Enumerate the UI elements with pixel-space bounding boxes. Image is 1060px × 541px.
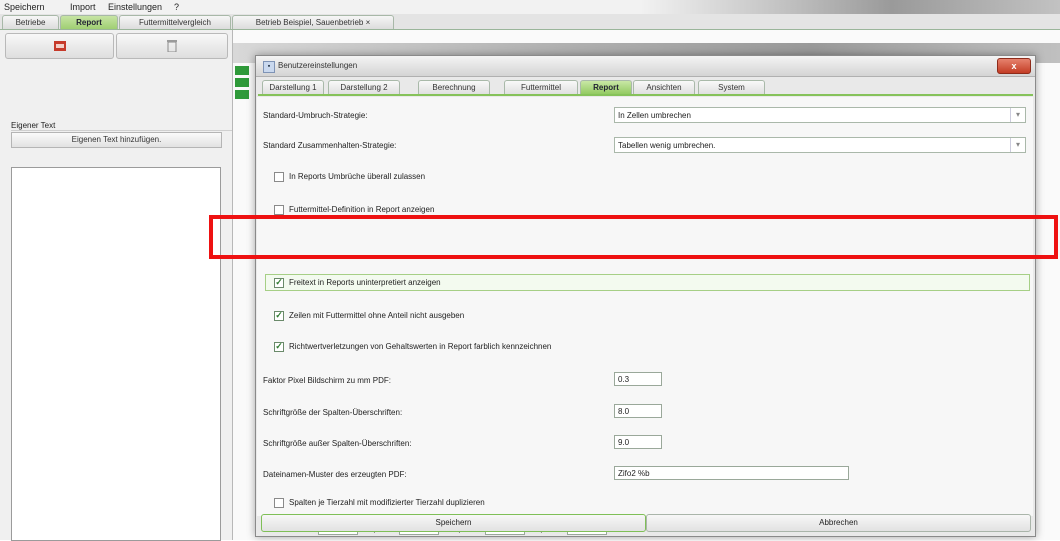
zusammen-value: Tabellen wenig umbrechen.	[618, 141, 716, 150]
schrift-spalten-input[interactable]: 8.0	[614, 404, 662, 418]
futtermittel-def-label: Futtermittel-Definition in Report anzeig…	[289, 205, 435, 214]
tab-system[interactable]: System	[698, 80, 765, 95]
row-marker	[235, 78, 249, 87]
report-settings-panel: Standard-Umbruch-Strategie: In Zellen um…	[257, 97, 1033, 535]
freitext-label: Freitext in Reports uninterpretiert anze…	[289, 278, 441, 287]
tab-darstellung-2[interactable]: Darstellung 2	[328, 80, 400, 95]
dateinamen-label: Dateinamen-Muster des erzeugten PDF:	[263, 470, 407, 479]
tab-futtermittelvergleich[interactable]: Futtermittelvergleich	[119, 15, 231, 29]
schrift-spalten-label: Schriftgröße der Spalten-Überschriften:	[263, 408, 403, 417]
main-tab-bar: Betriebe Report Futtermittelvergleich Be…	[0, 14, 1060, 30]
umbruch-select[interactable]: In Zellen umbrechen ▾	[614, 107, 1026, 123]
chevron-down-icon: ▾	[1010, 108, 1025, 122]
umbruch-label: Standard-Umbruch-Strategie:	[263, 111, 368, 120]
schrift-ausser-input[interactable]: 9.0	[614, 435, 662, 449]
tab-berechnung[interactable]: Berechnung	[418, 80, 490, 95]
richtwert-label: Richtwertverletzungen von Gehaltswerten …	[289, 342, 552, 351]
save-button[interactable]: Speichern	[261, 514, 646, 532]
app-icon: ▪	[263, 61, 275, 73]
dialog-title: Benutzereinstellungen	[278, 61, 358, 70]
pdf-export-button[interactable]	[5, 33, 114, 59]
pdf-icon	[54, 41, 66, 51]
faktor-label: Faktor Pixel Bildschirm zu mm PDF:	[263, 376, 392, 385]
freitext-checkbox[interactable]: ✓	[274, 278, 284, 288]
dateinamen-input[interactable]: Zifo2 %b	[614, 466, 849, 480]
section-divider	[11, 130, 232, 131]
tab-darstellung-1[interactable]: Darstellung 1	[262, 80, 324, 95]
duplizieren-checkbox[interactable]	[274, 498, 284, 508]
chevron-down-icon: ▾	[1010, 138, 1025, 152]
delete-button[interactable]	[116, 33, 228, 59]
trash-icon	[167, 40, 177, 52]
futtermittel-def-checkbox[interactable]	[274, 205, 284, 215]
menu-import[interactable]: Import	[70, 2, 96, 12]
menu-help[interactable]: ?	[174, 2, 179, 12]
zeilen-ohne-anteil-label: Zeilen mit Futtermittel ohne Anteil nich…	[289, 311, 465, 320]
cancel-button[interactable]: Abbrechen	[646, 514, 1031, 532]
schrift-ausser-label: Schriftgröße außer Spalten-Überschriften…	[263, 439, 412, 448]
text-list[interactable]	[11, 167, 221, 541]
tab-betriebe[interactable]: Betriebe	[2, 15, 59, 29]
umbrueche-label: In Reports Umbrüche überall zulassen	[289, 172, 426, 181]
row-marker	[235, 66, 249, 75]
umbrueche-checkbox[interactable]	[274, 172, 284, 182]
add-text-button[interactable]: Eigenen Text hinzufügen.	[11, 132, 222, 148]
tab-report[interactable]: Report	[580, 80, 632, 95]
dialog-titlebar[interactable]: ▪ Benutzereinstellungen x	[256, 56, 1035, 77]
duplizieren-label: Spalten je Tierzahl mit modifizierter Ti…	[289, 498, 485, 507]
highlight-annotation-box	[209, 215, 1058, 259]
eigener-text-label: Eigener Text	[11, 121, 56, 130]
settings-dialog: ▪ Benutzereinstellungen x Darstellung 1 …	[255, 55, 1036, 537]
row-marker	[235, 90, 249, 99]
tab-report[interactable]: Report	[60, 15, 118, 29]
zusammen-select[interactable]: Tabellen wenig umbrechen. ▾	[614, 137, 1026, 153]
blurred-background	[640, 0, 1060, 14]
tab-betrieb-beispiel[interactable]: Betrieb Beispiel, Sauenbetrieb ×	[232, 15, 394, 29]
umbruch-value: In Zellen umbrechen	[618, 111, 691, 120]
faktor-input[interactable]: 0.3	[614, 372, 662, 386]
richtwert-checkbox[interactable]: ✓	[274, 342, 284, 352]
tab-futtermittel[interactable]: Futtermittel	[504, 80, 578, 95]
tab-ansichten[interactable]: Ansichten	[633, 80, 695, 95]
zeilen-ohne-anteil-checkbox[interactable]: ✓	[274, 311, 284, 321]
zusammen-label: Standard Zusammenhalten-Strategie:	[263, 141, 397, 150]
menu-einstellungen[interactable]: Einstellungen	[108, 2, 162, 12]
menu-speichern[interactable]: Speichern	[4, 2, 45, 12]
tab-underline	[258, 94, 1033, 96]
close-button[interactable]: x	[997, 58, 1031, 74]
